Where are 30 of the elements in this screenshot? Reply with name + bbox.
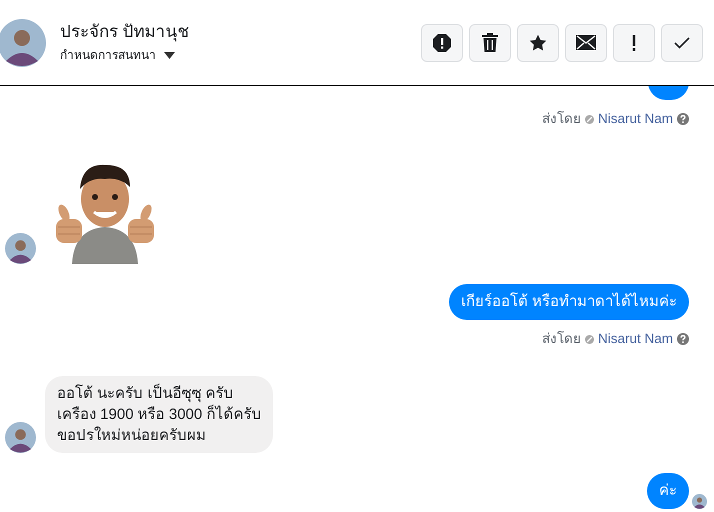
sender-link[interactable]: Nisarut Nam xyxy=(598,329,673,350)
alert-icon xyxy=(432,32,452,52)
message-bubble: ค่ะ xyxy=(647,472,689,508)
important-button[interactable] xyxy=(613,24,655,62)
conversation-dropdown[interactable]: กำหนดการสนทนา xyxy=(60,46,190,64)
delete-button[interactable] xyxy=(469,24,511,62)
done-button[interactable] xyxy=(661,24,703,62)
message-bubble: เกียร์ออโต้ หรือทำมาดาได้ไหมค่ะ xyxy=(448,284,689,320)
slash-circle-icon xyxy=(584,334,594,344)
avatar xyxy=(5,233,36,264)
slash-circle-icon xyxy=(584,114,594,124)
exclamation-icon xyxy=(632,34,636,50)
check-icon xyxy=(674,36,690,48)
spam-button[interactable] xyxy=(421,24,463,62)
message-bubble: ออโต้ นะครับ เป็นอีซุซุ ครับ เครือง 1900 หรือ 3000 ก็ได้ครับ ขอปรใหม่หน่อยครับผม xyxy=(45,376,274,452)
help-icon xyxy=(677,333,689,346)
envelope-icon xyxy=(576,35,596,50)
avatar xyxy=(0,18,46,66)
avatar xyxy=(5,422,36,452)
contact-name: ประจักร ปัทมานุช xyxy=(60,20,190,42)
sender-link[interactable]: Nisarut Nam xyxy=(598,109,673,130)
help-icon xyxy=(677,113,689,126)
seen-avatar xyxy=(692,494,707,508)
star-icon xyxy=(529,34,547,52)
mail-button[interactable] xyxy=(565,24,607,62)
caret-icon xyxy=(164,52,175,59)
trash-icon xyxy=(482,33,498,52)
sent-by-label: ส่งโดย xyxy=(542,330,581,348)
sent-by-label: ส่งโดย xyxy=(542,110,581,128)
star-button[interactable] xyxy=(517,24,559,62)
